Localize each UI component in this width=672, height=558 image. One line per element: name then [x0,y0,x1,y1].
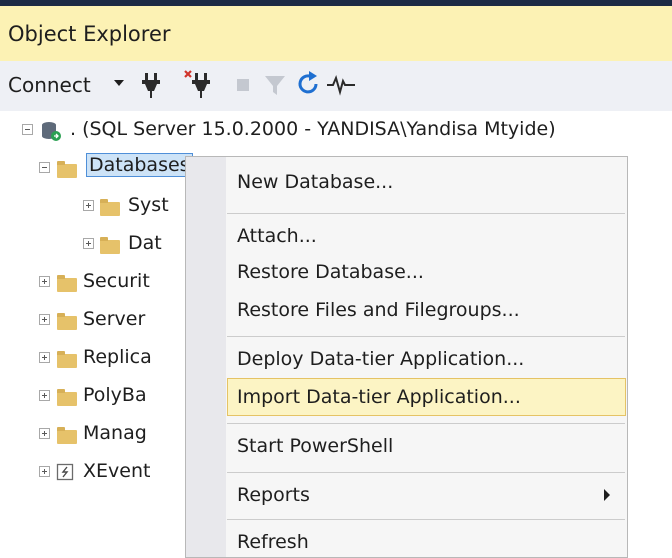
tree-node-server[interactable]: . (SQL Server 15.0.2000 - YANDISA\Yandis… [0,111,672,149]
folder-icon [57,161,77,178]
menu-item-label: Refresh [237,531,309,553]
stop-icon [237,79,249,91]
folder-icon [57,275,77,292]
menu-item-start-powershell[interactable]: Start PowerShell [227,427,626,465]
menu-item-label: New Database... [237,171,394,193]
expand-icon[interactable] [39,390,50,401]
menu-item-import-data-tier[interactable]: Import Data-tier Application... [227,378,626,416]
tree-node-label: Replica [83,346,152,368]
tree-node-label: PolyBa [83,384,147,406]
object-explorer-toolbar: Connect [0,61,672,111]
menu-item-new-database[interactable]: New Database... [227,163,626,201]
filter-icon [265,76,285,95]
tree-node-label: XEvent [83,460,151,482]
folder-icon [100,237,120,254]
menu-item-label: Attach... [237,225,317,247]
folder-icon [57,351,77,368]
chevron-down-icon[interactable] [114,80,124,86]
menu-item-attach[interactable]: Attach... [227,217,626,255]
expand-icon[interactable] [39,276,50,287]
menu-item-reports[interactable]: Reports [227,476,626,514]
folder-icon [100,199,120,216]
collapse-icon[interactable] [22,124,33,135]
menu-item-restore-files-filegroups[interactable]: Restore Files and Filegroups... [227,291,626,329]
expand-icon[interactable] [39,428,50,439]
folder-icon [57,313,77,330]
connect-plug-icon[interactable] [136,67,166,101]
expand-icon[interactable] [39,352,50,363]
refresh-icon[interactable] [294,67,324,101]
tree-node-label: Manag [83,422,147,444]
menu-item-label: Deploy Data-tier Application... [237,348,525,370]
menu-item-restore-database[interactable]: Restore Database... [227,253,626,291]
collapse-icon[interactable] [39,162,50,173]
menu-item-label: Start PowerShell [237,435,394,457]
menu-item-label: Restore Database... [237,261,424,283]
object-explorer-titlebar: Object Explorer [0,6,672,61]
xevent-profiler-icon [56,463,74,481]
panel-title: Object Explorer [8,22,171,46]
folder-icon [57,427,77,444]
menu-item-deploy-data-tier[interactable]: Deploy Data-tier Application... [227,340,626,378]
databases-context-menu: New Database... Attach... Restore Databa… [185,156,628,558]
expand-icon[interactable] [83,200,94,211]
activity-monitor-icon[interactable] [326,67,356,101]
expand-icon[interactable] [83,238,94,249]
menu-item-label: Import Data-tier Application... [237,386,521,408]
expand-icon[interactable] [39,314,50,325]
expand-icon[interactable] [39,466,50,477]
menu-separator [227,472,625,473]
tree-node-label: Securit [83,270,150,292]
tree-node-label: Syst [128,194,169,216]
folder-icon [57,389,77,406]
menu-separator [227,336,625,337]
menu-item-refresh[interactable]: Refresh [227,523,626,557]
tree-node-label: Server [83,308,146,330]
menu-item-label: Restore Files and Filegroups... [237,299,520,321]
context-menu-gutter [186,157,226,557]
menu-separator [227,213,625,214]
server-icon [42,122,61,141]
databases-label: Databases [86,153,193,177]
tree-node-label: Dat [128,232,162,254]
menu-separator [227,423,625,424]
chevron-right-icon [604,489,610,501]
menu-separator [227,519,625,520]
server-label: . (SQL Server 15.0.2000 - YANDISA\Yandis… [70,118,556,140]
menu-item-label: Reports [237,484,310,506]
disconnect-plug-icon[interactable] [184,67,214,101]
connect-button[interactable]: Connect [8,73,91,97]
